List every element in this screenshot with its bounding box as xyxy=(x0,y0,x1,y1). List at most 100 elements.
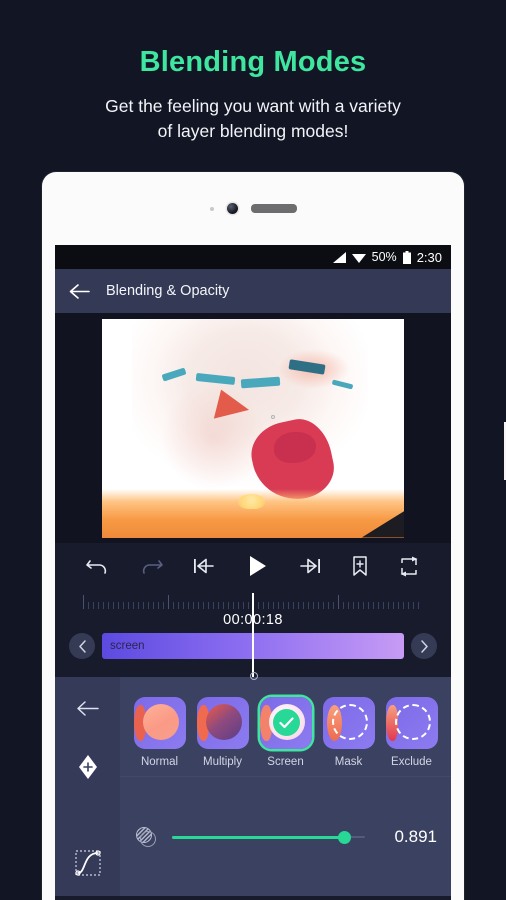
blend-mode-label: Screen xyxy=(267,756,304,768)
ruler-tick xyxy=(163,602,164,609)
ruler-tick xyxy=(268,602,269,609)
promo-subtitle-line2: of layer blending modes! xyxy=(157,121,349,141)
promo-subtitle-line1: Get the feeling you want with a variety xyxy=(105,96,401,116)
signal-icon xyxy=(332,251,346,263)
slider-knob[interactable] xyxy=(337,830,351,844)
app-bar: Blending & Opacity xyxy=(55,269,451,313)
panel-rail xyxy=(55,677,120,896)
proximity-sensor-icon xyxy=(209,206,214,211)
panel-main: Normal Multiply Screen Mask Exclude 0.89… xyxy=(120,677,451,896)
ruler-tick xyxy=(383,602,384,609)
ruler-tick xyxy=(138,602,139,609)
ruler-tick xyxy=(113,602,114,609)
playhead[interactable] xyxy=(250,593,258,680)
ruler-tick xyxy=(328,602,329,609)
blend-mode-normal[interactable]: Normal xyxy=(132,697,188,768)
blend-thumb-exclude xyxy=(385,697,438,749)
ruler-tick xyxy=(393,602,394,609)
ruler-tick xyxy=(348,602,349,609)
ruler-tick xyxy=(83,595,84,609)
easing-curve-button[interactable] xyxy=(73,848,103,878)
status-bar: 50% 2:30 xyxy=(55,245,451,269)
ruler-tick xyxy=(398,602,399,609)
selected-check-icon xyxy=(272,709,300,736)
previous-clip-button[interactable] xyxy=(69,633,95,659)
ruler-tick xyxy=(198,602,199,609)
clock-label: 2:30 xyxy=(416,249,442,265)
ruler-tick xyxy=(283,602,284,609)
thumb-circle xyxy=(205,704,242,740)
ruler-tick xyxy=(133,602,134,609)
blend-mode-exclude[interactable]: Exclude xyxy=(384,697,440,768)
ruler-tick xyxy=(88,602,89,609)
skip-to-start-button[interactable] xyxy=(193,557,215,575)
ruler-tick xyxy=(243,602,244,609)
ruler-tick xyxy=(358,602,359,609)
ruler-tick xyxy=(248,602,249,609)
ruler-tick xyxy=(118,602,119,609)
ruler-tick xyxy=(413,602,414,609)
blend-mode-multiply[interactable]: Multiply xyxy=(195,697,251,768)
front-camera-icon xyxy=(226,203,238,214)
ruler-tick xyxy=(158,602,159,609)
loop-button[interactable] xyxy=(398,556,420,577)
ruler-tick xyxy=(418,602,419,609)
blend-mode-label: Mask xyxy=(334,756,363,768)
ruler-tick xyxy=(173,602,174,609)
ruler-tick xyxy=(213,602,214,609)
battery-percent-label: 50% xyxy=(371,250,397,264)
ruler-tick xyxy=(258,602,259,609)
promo-subtitle: Get the feeling you want with a variety … xyxy=(0,94,506,144)
ruler-tick xyxy=(233,602,234,609)
ruler-tick xyxy=(308,602,309,609)
opacity-slider[interactable] xyxy=(172,826,365,848)
undo-button[interactable] xyxy=(85,556,110,576)
transport-controls xyxy=(55,543,451,589)
thumb-dashed-circle xyxy=(331,704,368,740)
slider-fill xyxy=(172,835,344,839)
ruler-tick xyxy=(93,602,94,609)
ruler-tick xyxy=(128,602,129,609)
ruler-tick xyxy=(238,602,239,609)
opacity-icon xyxy=(136,826,156,847)
device-screen: 50% 2:30 Blending & Opacity screen Norma… xyxy=(55,245,451,900)
ruler-tick xyxy=(153,602,154,609)
page-title: Blending Modes xyxy=(139,46,367,78)
ruler-tick xyxy=(298,602,299,609)
blend-thumb-screen xyxy=(259,697,312,749)
ruler-tick xyxy=(263,602,264,609)
blend-mode-screen[interactable]: Screen xyxy=(258,697,314,768)
play-button[interactable] xyxy=(244,553,270,579)
earpiece-speaker-icon xyxy=(250,204,297,213)
ruler-tick xyxy=(203,602,204,609)
add-keyframe-button[interactable] xyxy=(78,754,98,780)
ruler-tick xyxy=(208,602,209,609)
ruler-tick xyxy=(403,602,404,609)
ruler-tick xyxy=(388,602,389,609)
redo-button[interactable] xyxy=(139,556,163,576)
blend-thumb-normal xyxy=(133,697,186,749)
ruler-tick xyxy=(353,602,354,609)
blending-panel: Normal Multiply Screen Mask Exclude 0.89… xyxy=(55,677,451,896)
app-bar-title: Blending & Opacity xyxy=(106,283,230,299)
next-clip-button[interactable] xyxy=(411,633,437,659)
phone-mockup: 50% 2:30 Blending & Opacity screen Norma… xyxy=(42,172,506,900)
bookmark-add-button[interactable] xyxy=(351,555,369,577)
ruler-tick xyxy=(228,602,229,609)
preview-area xyxy=(55,313,451,543)
skip-to-end-button[interactable] xyxy=(299,557,321,575)
preview-sun xyxy=(237,493,266,510)
blend-thumb-mask xyxy=(322,697,375,749)
ruler-tick xyxy=(148,602,149,609)
promo-screenshot: Blending Modes Get the feeling you want … xyxy=(0,0,506,900)
ruler-tick xyxy=(273,602,274,609)
ruler-tick xyxy=(343,602,344,609)
blend-mode-mask[interactable]: Mask xyxy=(321,697,377,768)
back-arrow-icon[interactable] xyxy=(69,283,90,300)
panel-back-button[interactable] xyxy=(76,699,100,718)
ruler-tick xyxy=(378,602,379,609)
opacity-value: 0.891 xyxy=(394,826,437,846)
ruler-tick xyxy=(318,602,319,609)
video-preview[interactable] xyxy=(102,318,404,538)
ruler-tick xyxy=(168,595,169,609)
